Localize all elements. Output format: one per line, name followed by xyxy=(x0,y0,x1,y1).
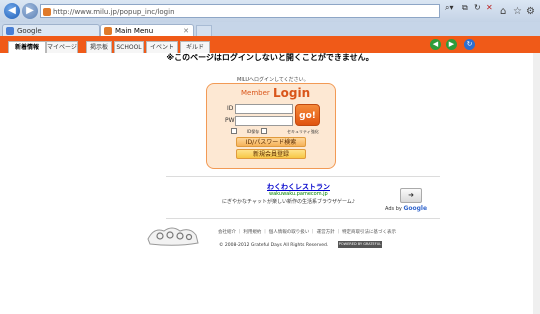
go-login-button[interactable]: go! xyxy=(295,104,320,126)
member-label: Member xyxy=(241,89,270,97)
refresh-icon[interactable]: ↻ xyxy=(474,3,481,12)
stop-icon[interactable]: ✕ xyxy=(486,3,493,12)
browser-tab-google[interactable]: Google xyxy=(2,24,100,36)
footer-links[interactable]: 会社紹介 ｜ 利用規約 ｜ 個人情報の取り扱い ｜ 運営方針 ｜ 特定商取引法に… xyxy=(218,229,396,235)
tab-label: Main Menu xyxy=(115,27,154,35)
login-prompt-text: MILUへログインしてください。 xyxy=(237,77,309,83)
google-label: Google xyxy=(403,205,428,212)
back-arrow-icon[interactable]: ◀ xyxy=(430,39,441,50)
ads-by-google[interactable]: Ads by Google xyxy=(385,205,427,212)
new-member-register-button[interactable]: 新規会員登録 xyxy=(236,149,306,159)
search-dropdown-icon[interactable]: ⌕▾ xyxy=(445,3,454,13)
address-text: http://www.milu.jp/popup_inc/login xyxy=(53,8,175,16)
pw-label: PW xyxy=(225,117,235,124)
id-input[interactable] xyxy=(235,104,293,114)
home-icon[interactable]: ⌂ xyxy=(500,6,506,17)
login-required-warning: ※このページはログインしないと開くことができません。 xyxy=(166,53,374,62)
login-panel: Member Login ID PW go! ID保存 セキュリティ強化 ID/… xyxy=(206,83,336,169)
password-input[interactable] xyxy=(235,116,293,126)
save-id-label: ID保存 xyxy=(247,129,260,134)
milu-favicon-icon xyxy=(104,27,112,35)
milu-logo[interactable] xyxy=(146,225,200,247)
browser-tab-main-menu[interactable]: Main Menu ✕ xyxy=(100,24,194,36)
settings-gear-icon[interactable]: ⚙ xyxy=(526,6,535,17)
forward-button[interactable]: ▶ xyxy=(22,3,38,19)
ad-description: にぎやかなチャットが楽しい新作の生活系ブラウザゲーム♪ xyxy=(222,199,355,205)
tab-label: Google xyxy=(17,27,42,35)
reload-icon[interactable]: ↻ xyxy=(464,39,475,50)
save-id-checkbox[interactable] xyxy=(231,128,237,134)
address-bar[interactable]: http://www.milu.jp/popup_inc/login xyxy=(40,4,440,18)
divider xyxy=(166,218,440,219)
ad-next-arrow-icon[interactable]: ➜ xyxy=(400,188,422,203)
secure-login-checkbox[interactable] xyxy=(261,128,267,134)
id-password-search-button[interactable]: ID/パスワード検索 xyxy=(236,137,306,147)
browser-toolbar: ◀ ▶ http://www.milu.jp/popup_inc/login ⌕… xyxy=(0,0,540,22)
compat-view-icon[interactable]: ⧉ xyxy=(462,3,468,13)
browser-window: ◀ ▶ http://www.milu.jp/popup_inc/login ⌕… xyxy=(0,0,540,314)
login-heading: Login xyxy=(273,86,311,100)
powered-by-badge: POWERED BY GRATEFUL DAYS xyxy=(338,241,382,253)
google-favicon-icon xyxy=(6,27,14,35)
forward-arrow-icon[interactable]: ▶ xyxy=(446,39,457,50)
site-nav-bar: 新着情報 マイページ 掲示板 SCHOOL イベント ギルド ◀ ▶ ↻ xyxy=(0,36,540,53)
ads-by-label: Ads by xyxy=(385,206,402,212)
browser-tab-strip: Google Main Menu ✕ xyxy=(0,22,540,37)
secure-login-label: セキュリティ強化 xyxy=(287,129,319,134)
copyright-text: © 2008-2012 Grateful Days All Rights Res… xyxy=(219,243,329,248)
vertical-scrollbar[interactable] xyxy=(533,53,540,314)
back-button[interactable]: ◀ xyxy=(4,3,20,19)
page-viewport: 新着情報 マイページ 掲示板 SCHOOL イベント ギルド ◀ ▶ ↻ ※この… xyxy=(0,36,540,314)
favorites-star-icon[interactable]: ☆ xyxy=(513,6,522,17)
site-favicon-icon xyxy=(43,8,51,16)
id-label: ID xyxy=(227,105,234,112)
ad-url[interactable]: wakuwaku.pamecom.jp xyxy=(269,191,328,197)
divider xyxy=(166,176,440,177)
